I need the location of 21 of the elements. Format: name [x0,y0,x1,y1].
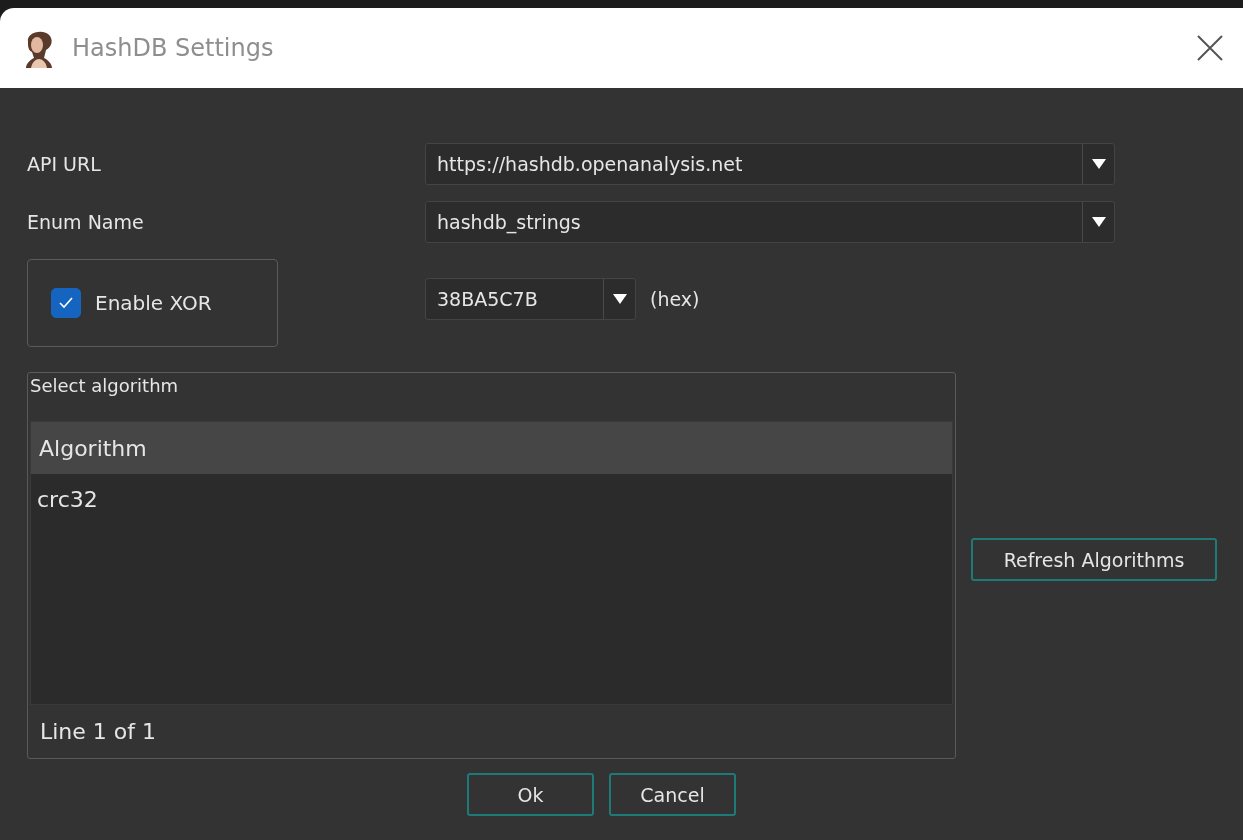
dropdown-arrow-icon [612,294,627,304]
checkbox[interactable] [51,288,81,318]
field-label: Enum Name [27,211,145,233]
dropdown-arrow-icon [1091,159,1106,169]
dialog-button[interactable]: Cancel [609,773,736,816]
list-item[interactable]: crc32 [31,474,952,524]
window-title: HashDB Settings [72,34,274,62]
refresh-button[interactable]: Refresh Algorithms [971,538,1217,581]
status-text: Line 1 of 1 [39,718,158,746]
dialog-button[interactable]: Ok [467,773,594,816]
checkmark-icon [59,297,73,309]
checkbox-label[interactable]: Enable XOR [95,291,212,315]
group-title: Select algorithm [29,374,180,398]
close-icon[interactable] [1197,35,1223,61]
combo-box[interactable]: hashdb_strings [425,201,1115,243]
dropdown-arrow-icon [1091,217,1106,227]
combo-box[interactable]: 38BA5C7B [425,278,636,320]
unit-label: (hex) [650,288,700,310]
column-header[interactable]: Algorithm [31,422,952,474]
field-label: API URL [27,153,102,175]
combo-box[interactable]: https://hashdb.openanalysis.net [425,143,1115,185]
